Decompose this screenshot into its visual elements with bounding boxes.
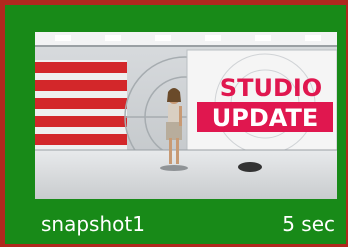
snapshot-thumbnail[interactable]: STUDIO UPDATE (35, 32, 337, 199)
sign-line-2: UPDATE (212, 104, 318, 132)
snapshot-tile[interactable]: STUDIO UPDATE snapshot1 5 sec (0, 0, 348, 247)
thumbnail-image: STUDIO UPDATE (35, 32, 337, 199)
snapshot-name: snapshot1 (41, 212, 145, 236)
snapshot-duration: 5 sec (282, 212, 335, 236)
sign-line-1: STUDIO (220, 74, 322, 102)
snapshot-caption: snapshot1 5 sec (41, 208, 339, 240)
